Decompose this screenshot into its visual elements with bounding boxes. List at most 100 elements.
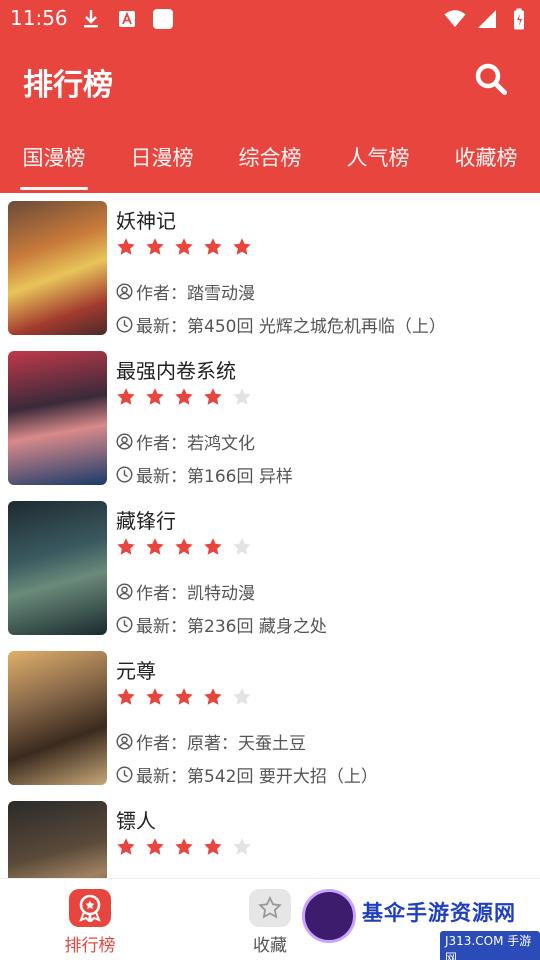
comic-title: 最强内卷系统 [116, 359, 236, 383]
nav-ranking[interactable]: 排行榜 [45, 889, 135, 956]
list-item[interactable]: 妖神记 作者：踏雪动漫 最新：第450回 光辉之城危机再临（上） [0, 193, 540, 343]
rating-stars [116, 237, 252, 257]
author-text: 作者：踏雪动漫 [136, 284, 255, 304]
comic-author: 作者：原著：天蚕土豆 [116, 729, 306, 754]
star-filled-icon [117, 838, 135, 855]
signal-icon [476, 8, 498, 30]
list-item[interactable]: 镖人 [0, 793, 540, 878]
comic-author: 作者：踏雪动漫 [116, 279, 255, 304]
tab-label: 日漫榜 [130, 146, 194, 170]
watermark-logo [302, 889, 356, 943]
star-filled-icon [175, 238, 193, 255]
star-filled-icon [117, 538, 135, 555]
latest-text: 最新：第450回 光辉之城危机再临（上） [136, 317, 446, 337]
category-tabs: 国漫榜 日漫榜 综合榜 人气榜 收藏榜 [0, 132, 540, 193]
tab-domestic-comics[interactable]: 国漫榜 [0, 132, 108, 193]
tab-label: 国漫榜 [22, 146, 86, 170]
tab-label: 综合榜 [238, 146, 302, 170]
rating-stars [116, 687, 252, 707]
tab-favorites-rank[interactable]: 收藏榜 [432, 132, 540, 193]
user-icon [116, 733, 133, 750]
status-notification-icons [80, 8, 174, 30]
star-empty-icon [233, 538, 251, 555]
latest-text: 最新：第236回 藏身之处 [136, 617, 327, 637]
star-filled-icon [117, 688, 135, 705]
star-filled-icon [175, 838, 193, 855]
status-bar: 11:56 [0, 0, 540, 38]
comic-cover [8, 651, 107, 785]
watermark-subtext: J313.COM 手游网 [440, 931, 540, 960]
star-filled-icon [175, 688, 193, 705]
comic-title: 妖神记 [116, 209, 176, 233]
comic-ranking-list: 妖神记 作者：踏雪动漫 最新：第450回 光辉之城危机再临（上） 最强内卷系统 … [0, 193, 540, 878]
app-square-icon [152, 8, 174, 30]
star-filled-icon [175, 538, 193, 555]
comic-author: 作者：凯特动漫 [116, 579, 255, 604]
user-icon [116, 583, 133, 600]
page-title: 排行榜 [23, 68, 113, 103]
star-filled-icon [175, 388, 193, 405]
ranking-icon [69, 889, 111, 927]
clock-icon [116, 466, 133, 483]
list-item[interactable]: 最强内卷系统 作者：若鸿文化 最新：第166回 异样 [0, 343, 540, 493]
download-icon [80, 8, 102, 30]
search-icon [475, 63, 507, 95]
comic-latest-chapter: 最新：第450回 光辉之城危机再临（上） [116, 312, 446, 337]
tab-overall[interactable]: 综合榜 [216, 132, 324, 193]
clock-icon [116, 316, 133, 333]
star-empty-icon [233, 688, 251, 705]
wifi-icon [444, 8, 466, 30]
list-item[interactable]: 元尊 作者：原著：天蚕土豆 最新：第542回 要开大招（上） [0, 643, 540, 793]
comic-latest-chapter: 最新：第542回 要开大招（上） [116, 762, 378, 787]
watermark-text: 基伞手游资源网 [362, 901, 516, 925]
latest-text: 最新：第166回 异样 [136, 467, 293, 487]
star-filled-icon [117, 388, 135, 405]
rating-stars [116, 837, 252, 857]
star-filled-icon [204, 388, 222, 405]
star-empty-icon [233, 388, 251, 405]
star-filled-icon [204, 688, 222, 705]
star-empty-icon [233, 838, 251, 855]
rating-stars [116, 537, 252, 557]
star-filled-icon [204, 538, 222, 555]
star-icon [249, 889, 291, 927]
star-filled-icon [146, 388, 164, 405]
status-time: 11:56 [10, 6, 68, 30]
star-filled-icon [117, 238, 135, 255]
comic-title: 元尊 [116, 659, 156, 683]
comic-cover [8, 801, 107, 878]
tab-japanese-comics[interactable]: 日漫榜 [108, 132, 216, 193]
battery-icon [508, 8, 530, 30]
comic-title: 镖人 [116, 809, 156, 833]
user-icon [116, 283, 133, 300]
font-app-icon [116, 8, 138, 30]
nav-ranking-label: 排行榜 [64, 936, 116, 956]
comic-latest-chapter: 最新：第166回 异样 [116, 462, 293, 487]
app-header: 11:56 排行榜 国漫榜 日漫榜 综合榜 人气榜 收藏榜 [0, 0, 540, 193]
rating-stars [116, 387, 252, 407]
status-system-icons [444, 8, 530, 30]
user-icon [116, 433, 133, 450]
bottom-navigation: 排行榜 收藏 基伞手游资源网 J313.COM 手游网 [0, 878, 540, 960]
star-filled-icon [204, 238, 222, 255]
author-text: 作者：原著：天蚕土豆 [136, 734, 306, 754]
comic-cover [8, 201, 107, 335]
author-text: 作者：若鸿文化 [136, 434, 255, 454]
star-filled-icon [204, 838, 222, 855]
star-filled-icon [146, 238, 164, 255]
tab-label: 收藏榜 [454, 146, 518, 170]
search-button[interactable] [472, 60, 510, 98]
star-filled-icon [146, 838, 164, 855]
star-filled-icon [146, 538, 164, 555]
author-text: 作者：凯特动漫 [136, 584, 255, 604]
tab-label: 人气榜 [346, 146, 410, 170]
comic-cover [8, 501, 107, 635]
tab-popularity[interactable]: 人气榜 [324, 132, 432, 193]
star-filled-icon [146, 688, 164, 705]
star-filled-icon [233, 238, 251, 255]
clock-icon [116, 616, 133, 633]
comic-author: 作者：若鸿文化 [116, 429, 255, 454]
comic-latest-chapter: 最新：第236回 藏身之处 [116, 612, 327, 637]
clock-icon [116, 766, 133, 783]
list-item[interactable]: 藏锋行 作者：凯特动漫 最新：第236回 藏身之处 [0, 493, 540, 643]
